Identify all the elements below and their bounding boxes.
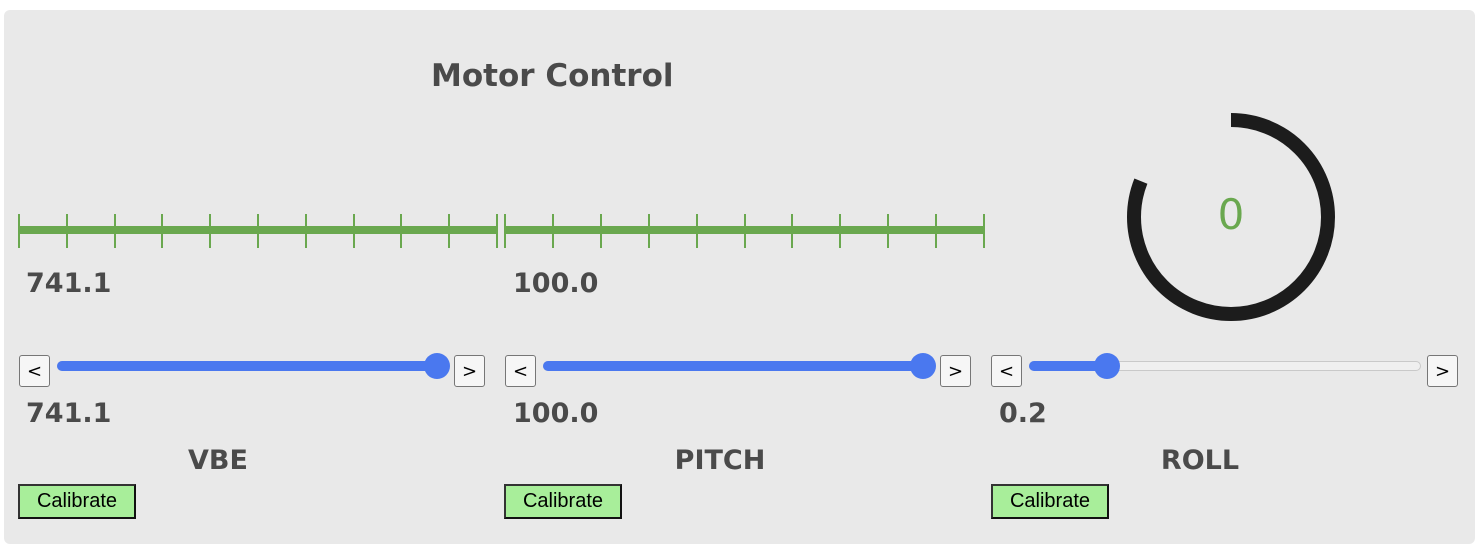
pitch-meter [504,214,985,250]
gauge-value: 0 [1217,190,1245,239]
pitch-slider-value: 100.0 [513,398,599,429]
pitch-meter-tick [648,214,650,248]
vbe-meter-tick [448,214,450,248]
pitch-calibrate-button[interactable]: Calibrate [504,484,622,519]
vbe-meter-tick [18,214,20,248]
pitch-meter-tick [887,214,889,248]
vbe-meter-tick [66,214,68,248]
vbe-slider-value: 741.1 [26,398,112,429]
vbe-slider[interactable] [57,353,450,379]
pitch-slider-thumb[interactable] [910,353,936,379]
roll-calibrate-button[interactable]: Calibrate [991,484,1109,519]
vbe-meter-tick [353,214,355,248]
roll-label: ROLL [1160,445,1240,476]
vbe-meter-tick [161,214,163,248]
roll-increment-button[interactable]: > [1427,355,1458,387]
page-title: Motor Control [431,58,674,94]
pitch-slider[interactable] [543,353,936,379]
roll-slider-thumb[interactable] [1094,353,1120,379]
pitch-decrement-button[interactable]: < [505,355,536,387]
vbe-meter-tick [209,214,211,248]
vbe-decrement-button[interactable]: < [19,355,50,387]
pitch-label: PITCH [674,445,766,476]
vbe-meter-tick [496,214,498,248]
vbe-meter-tick [257,214,259,248]
vbe-meter-tick [305,214,307,248]
vbe-meter [18,214,498,250]
roll-decrement-button[interactable]: < [991,355,1022,387]
pitch-meter-tick [791,214,793,248]
vbe-slider-thumb[interactable] [424,353,450,379]
vbe-increment-button[interactable]: > [454,355,485,387]
pitch-meter-tick [935,214,937,248]
pitch-meter-tick [504,214,506,248]
pitch-meter-tick [552,214,554,248]
pitch-meter-tick [600,214,602,248]
pitch-meter-value: 100.0 [513,268,599,299]
pitch-meter-tick [839,214,841,248]
vbe-meter-tick [400,214,402,248]
vbe-meter-tick [114,214,116,248]
pitch-meter-tick [744,214,746,248]
vbe-meter-value: 741.1 [26,268,112,299]
pitch-meter-tick [696,214,698,248]
pitch-increment-button[interactable]: > [940,355,971,387]
vbe-label: VBE [188,445,248,476]
vbe-slider-fill [57,361,437,371]
pitch-slider-fill [543,361,923,371]
pitch-meter-tick [983,214,985,248]
roll-slider-value: 0.2 [999,398,1047,429]
vbe-calibrate-button[interactable]: Calibrate [18,484,136,519]
roll-slider[interactable] [1029,353,1421,379]
